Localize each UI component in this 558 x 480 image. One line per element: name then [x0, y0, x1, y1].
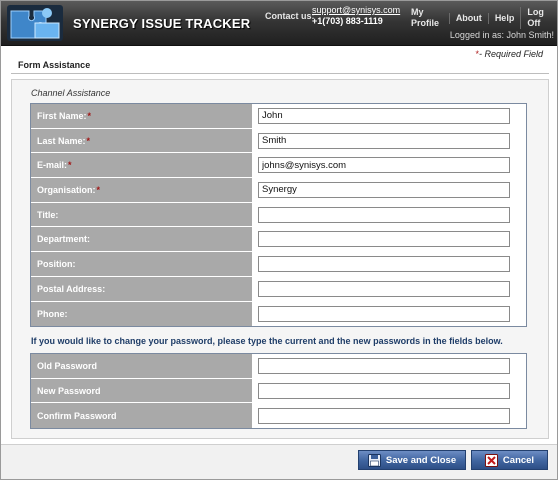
field-row-phone: Phone:: [31, 301, 526, 327]
floppy-disk-icon: [367, 453, 381, 467]
section-label: Channel Assistance: [31, 88, 111, 98]
required-marker: *: [86, 135, 91, 146]
field-row-organisation: Organisation: *: [31, 178, 526, 203]
field-label: Postal Address:: [31, 276, 253, 301]
field-label: First Name: *: [31, 104, 253, 128]
field-label: E-mail: *: [31, 153, 253, 178]
field-label: New Password: [31, 378, 253, 403]
required-note-text: - Required Field: [478, 49, 543, 59]
contact-phone: +1(703) 883-1119: [312, 16, 383, 26]
form-title: Form Assistance: [18, 60, 91, 70]
puzzle-logo-icon: [7, 5, 63, 41]
required-marker: *: [87, 110, 92, 121]
position-input[interactable]: [258, 255, 510, 272]
field-row-email: E-mail: *: [31, 153, 526, 179]
field-label: Last Name: *: [31, 128, 253, 153]
nav-my-profile[interactable]: My Profile: [405, 7, 449, 29]
nav-log-off[interactable]: Log Off: [520, 7, 557, 29]
email-input[interactable]: [258, 157, 510, 174]
field-label: Position:: [31, 252, 253, 276]
logged-in-status: Logged in as: John Smith!: [449, 30, 554, 40]
profile-fields-grid: First Name:* Last Name:* E-mail:* Organi…: [30, 103, 527, 328]
required-marker: *: [96, 184, 101, 195]
postal-address-input[interactable]: [258, 280, 510, 297]
contact-label: Contact us:: [265, 11, 315, 21]
cancel-button[interactable]: Cancel: [471, 450, 548, 470]
app-header: SYNERGY ISSUE TRACKER Contact us: suppor…: [1, 1, 557, 46]
required-field-note: *- Required Field: [475, 49, 543, 59]
nav-about[interactable]: About: [448, 12, 488, 24]
close-x-icon: [484, 453, 498, 467]
save-button-label: Save and Close: [385, 454, 457, 466]
contact-email-link[interactable]: support@synisys.com: [312, 5, 400, 15]
field-row-last-name: Last Name: *: [31, 128, 526, 154]
field-row-position: Position:: [31, 252, 526, 277]
title-input[interactable]: [258, 206, 510, 223]
field-row-old-password: Old Password: [31, 354, 526, 379]
field-row-new-password: New Password: [31, 378, 526, 404]
field-row-title: Title:: [31, 202, 526, 228]
field-label: Old Password: [31, 354, 253, 378]
field-label: Title:: [31, 202, 253, 227]
old-password-input[interactable]: [258, 357, 510, 374]
department-input[interactable]: [258, 231, 510, 248]
required-marker: *: [68, 160, 72, 171]
new-password-input[interactable]: [258, 382, 510, 399]
password-fields-grid: Old Password New Password Confirm Passwo…: [30, 353, 527, 430]
phone-input[interactable]: [258, 305, 510, 322]
field-row-confirm-password: Confirm Password: [31, 403, 526, 429]
top-nav: My Profile About Help Log Off: [405, 7, 557, 29]
nav-help[interactable]: Help: [487, 12, 521, 24]
first-name-input[interactable]: [258, 107, 510, 124]
save-and-close-button[interactable]: Save and Close: [358, 450, 466, 470]
profile-window: SYNERGY ISSUE TRACKER Contact us: suppor…: [0, 0, 558, 480]
password-change-note: If you would like to change your passwor…: [31, 336, 503, 346]
field-label: Organisation: *: [31, 178, 253, 202]
title-divider: [11, 73, 549, 74]
cancel-button-label: Cancel: [502, 454, 535, 466]
field-row-department: Department:: [31, 227, 526, 253]
field-row-first-name: First Name: *: [31, 104, 526, 129]
organisation-input[interactable]: [258, 181, 510, 198]
field-label: Department:: [31, 227, 253, 252]
field-label: Phone:: [31, 301, 253, 327]
last-name-input[interactable]: [258, 132, 510, 149]
app-title: SYNERGY ISSUE TRACKER: [73, 16, 251, 31]
field-label: Confirm Password: [31, 403, 253, 429]
field-row-postal-address: Postal Address:: [31, 276, 526, 302]
confirm-password-input[interactable]: [258, 407, 510, 424]
